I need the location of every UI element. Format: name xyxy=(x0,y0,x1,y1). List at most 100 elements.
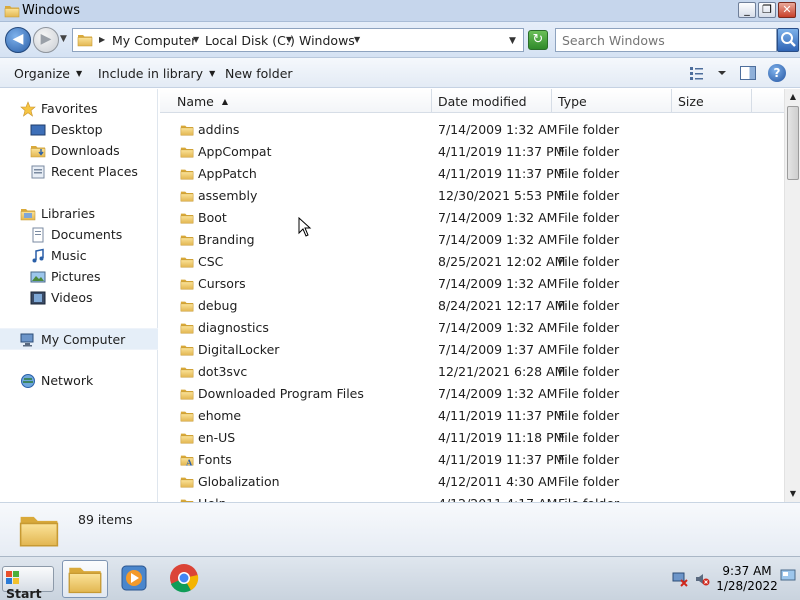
breadcrumb-arrow-icon[interactable]: ▶ xyxy=(99,35,105,44)
table-row[interactable]: Branding 7/14/2009 1:32 AM File folder xyxy=(160,229,784,251)
explorer-icon xyxy=(63,561,107,597)
search-input[interactable] xyxy=(562,30,762,50)
table-row[interactable]: debug 8/24/2021 12:17 AM File folder xyxy=(160,295,784,317)
table-row[interactable]: Boot 7/14/2009 1:32 AM File folder xyxy=(160,207,784,229)
nav-my-computer[interactable]: My Computer xyxy=(0,328,158,350)
column-header-type[interactable]: Type xyxy=(552,89,672,113)
navigation-pane: Favorites Desktop Downloads Recent Place… xyxy=(0,89,158,502)
restore-button[interactable]: ❐ xyxy=(758,2,776,18)
breadcrumb-arrow-icon[interactable]: ▼ xyxy=(286,35,292,44)
vertical-scrollbar[interactable]: ▲ ▼ xyxy=(784,89,800,502)
table-row[interactable]: Globalization 4/12/2011 4:30 AM File folde… xyxy=(160,471,784,493)
scroll-thumb[interactable] xyxy=(787,106,799,180)
table-row[interactable]: Downloaded Program Files 7/14/2009 1:32 A… xyxy=(160,383,784,405)
folder-icon xyxy=(180,343,194,357)
breadcrumb-windows[interactable]: Windows xyxy=(299,33,355,48)
close-button[interactable]: ✕ xyxy=(778,2,796,18)
file-type: File folder xyxy=(558,386,620,401)
back-arrow-icon: ◀ xyxy=(12,31,24,47)
nav-music[interactable]: Music xyxy=(0,245,158,267)
nav-documents[interactable]: Documents xyxy=(0,224,158,246)
table-row[interactable]: DigitalLocker 7/14/2009 1:37 AM File folde… xyxy=(160,339,784,361)
table-row[interactable]: A Fonts 4/11/2019 11:37 PM File folder xyxy=(160,449,784,471)
file-name: AppCompat xyxy=(198,144,272,159)
videos-icon xyxy=(30,291,46,305)
fonts-folder-icon: A xyxy=(180,453,194,467)
command-bar: Organize ▼ Include in library ▼ New folder… xyxy=(0,58,800,88)
breadcrumb-arrow-icon[interactable]: ▼ xyxy=(354,35,360,44)
change-view-button[interactable] xyxy=(690,66,730,83)
taskbar: Start 9:37 AM 1/28/2022 xyxy=(0,556,800,600)
file-type: File folder xyxy=(558,474,620,489)
address-dropdown[interactable]: ▼ xyxy=(509,36,516,46)
file-type: File folder xyxy=(558,276,620,291)
file-name: Boot xyxy=(198,210,227,225)
taskbar-explorer-button[interactable] xyxy=(62,560,108,598)
search-button[interactable] xyxy=(777,28,799,52)
file-type: File folder xyxy=(558,122,620,137)
show-desktop-icon[interactable] xyxy=(780,567,796,583)
folder-icon xyxy=(180,475,194,489)
network-disconnected-icon[interactable] xyxy=(672,571,688,587)
file-name: addins xyxy=(198,122,240,137)
help-icon[interactable]: ? xyxy=(768,64,786,82)
libraries-icon xyxy=(20,206,36,222)
nav-desktop[interactable]: Desktop xyxy=(0,119,158,141)
breadcrumb-arrow-icon[interactable]: ▼ xyxy=(193,35,199,44)
taskbar-media-player-button[interactable] xyxy=(112,560,158,598)
nav-pictures[interactable]: Pictures xyxy=(0,266,158,288)
nav-my-computer-label: My Computer xyxy=(41,332,126,347)
nav-documents-label: Documents xyxy=(51,227,123,242)
clock[interactable]: 9:37 AM 1/28/2022 xyxy=(716,564,778,594)
forward-button[interactable]: ▶ xyxy=(33,27,59,53)
taskbar-chrome-button[interactable] xyxy=(162,560,208,598)
nav-recent-places[interactable]: Recent Places xyxy=(0,161,158,183)
include-in-library-button[interactable]: Include in library ▼ xyxy=(98,66,215,81)
table-row[interactable]: diagnostics 7/14/2009 1:32 AM File folder xyxy=(160,317,784,339)
folder-icon xyxy=(180,431,194,445)
table-row[interactable]: AppPatch 4/11/2019 11:37 PM File folder xyxy=(160,163,784,185)
nav-downloads[interactable]: Downloads xyxy=(0,140,158,162)
preview-pane-icon[interactable] xyxy=(740,66,756,80)
breadcrumb-local-disk[interactable]: Local Disk (C:) xyxy=(205,33,295,48)
scroll-up-arrow-icon[interactable]: ▲ xyxy=(785,89,800,105)
table-row[interactable]: Help4/12/2011 4:17 AMFile folder xyxy=(160,493,784,502)
table-row[interactable]: addins 7/14/2009 1:32 AM File folder xyxy=(160,119,784,141)
table-row[interactable]: dot3svc 12/21/2021 6:28 AM File folder xyxy=(160,361,784,383)
column-header-size[interactable]: Size xyxy=(672,89,752,113)
minimize-button[interactable]: _ xyxy=(738,2,756,18)
folder-icon xyxy=(180,189,194,203)
file-date-modified: 4/11/2019 11:37 PM xyxy=(438,408,565,423)
search-box[interactable] xyxy=(555,28,777,52)
recent-pages-dropdown[interactable]: ▼ xyxy=(60,34,67,44)
file-type: File folder xyxy=(558,364,620,379)
table-row[interactable]: assembly 12/30/2021 5:53 PM File folder xyxy=(160,185,784,207)
folder-icon xyxy=(180,321,194,335)
nav-favorites[interactable]: Favorites xyxy=(0,98,158,120)
column-type-label: Type xyxy=(558,94,587,109)
table-row[interactable]: CSC 8/25/2021 12:02 AM File folder xyxy=(160,251,784,273)
nav-favorites-label: Favorites xyxy=(41,101,98,116)
back-button[interactable]: ◀ xyxy=(5,27,31,53)
refresh-button[interactable]: ↻ xyxy=(528,30,548,50)
table-row[interactable]: ehome 4/11/2019 11:37 PM File folder xyxy=(160,405,784,427)
breadcrumb-my-computer[interactable]: My Computer xyxy=(112,33,196,48)
folder-icon xyxy=(180,365,194,379)
nav-videos[interactable]: Videos xyxy=(0,287,158,309)
window-title: Windows xyxy=(22,3,81,18)
file-date-modified: 4/12/2011 4:30 AM xyxy=(438,474,558,489)
start-button[interactable]: Start xyxy=(2,566,54,600)
scroll-down-arrow-icon[interactable]: ▼ xyxy=(785,486,800,502)
table-row[interactable]: Cursors 7/14/2009 1:32 AM File folder xyxy=(160,273,784,295)
table-row[interactable]: en-US 4/11/2019 11:18 PM File folder xyxy=(160,427,784,449)
organize-button[interactable]: Organize ▼ xyxy=(14,66,82,81)
column-header-date[interactable]: Date modified xyxy=(432,89,552,113)
nav-libraries[interactable]: Libraries xyxy=(0,203,158,225)
file-date-modified: 7/14/2009 1:32 AM xyxy=(438,276,558,291)
column-header-name[interactable]: Name ▲ xyxy=(160,89,432,113)
nav-network[interactable]: Network xyxy=(0,370,158,392)
address-bar[interactable]: ▶ My Computer ▼ Local Disk (C:) ▼ Window… xyxy=(72,28,524,52)
table-row[interactable]: AppCompat 4/11/2019 11:37 PM File folder xyxy=(160,141,784,163)
new-folder-button[interactable]: New folder xyxy=(225,66,293,81)
volume-muted-icon[interactable] xyxy=(694,571,710,587)
